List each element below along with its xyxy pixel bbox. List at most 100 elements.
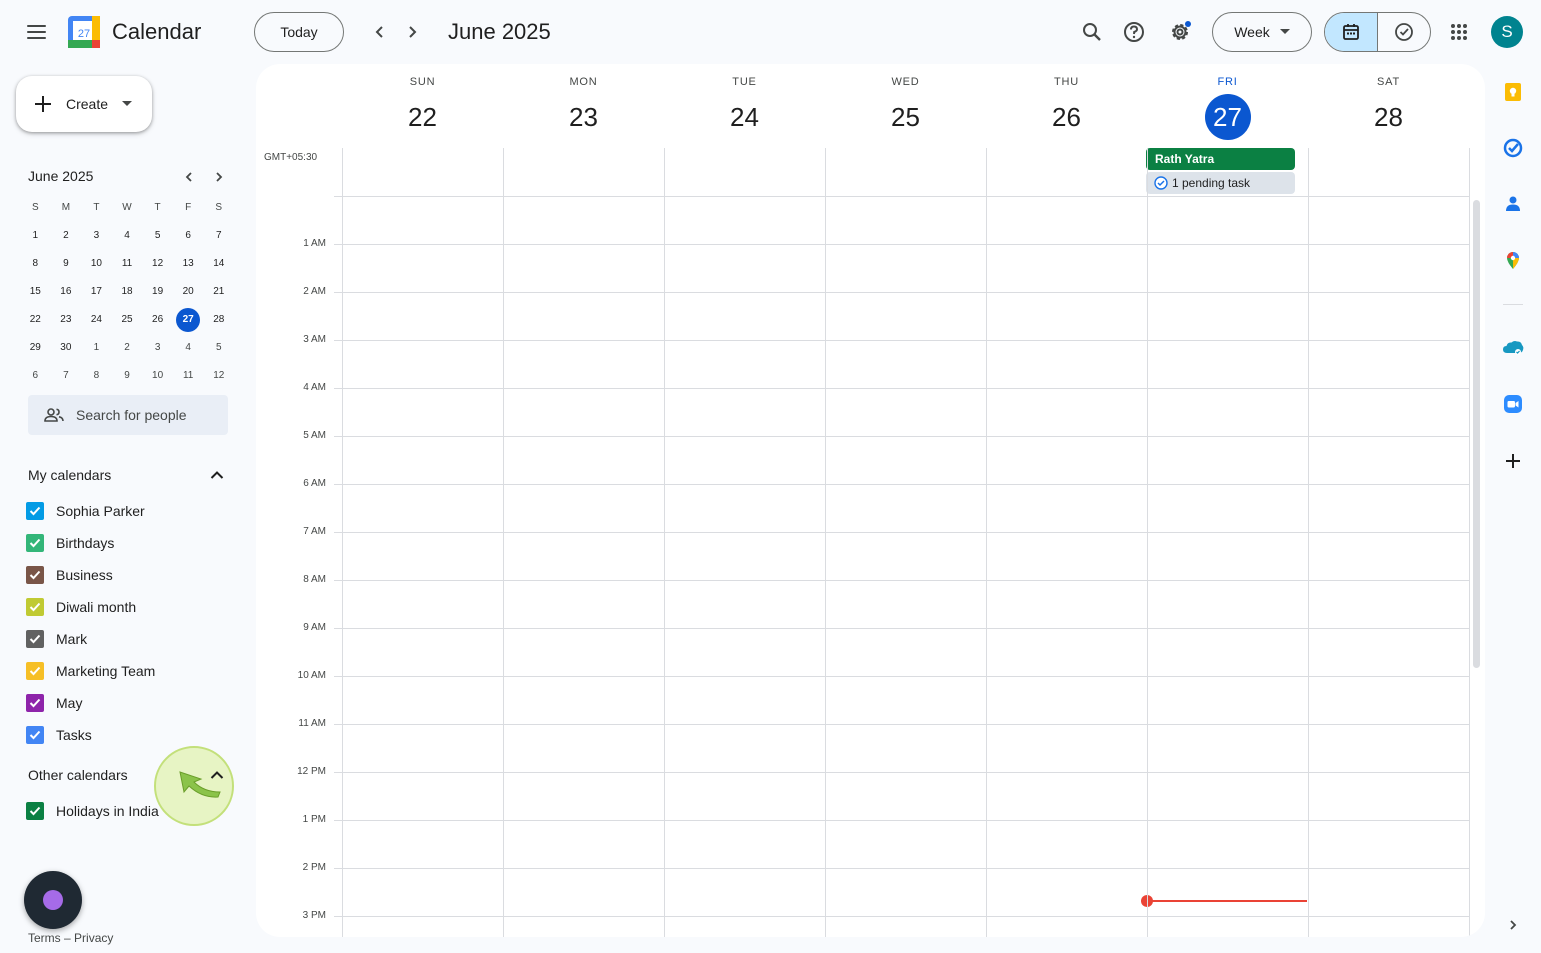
- calendar-view-toggle[interactable]: [1325, 13, 1378, 51]
- calendar-logo-icon[interactable]: 27: [67, 15, 101, 49]
- mini-day[interactable]: 13: [173, 252, 204, 276]
- account-avatar[interactable]: S: [1491, 16, 1523, 48]
- calendar-item[interactable]: Diwali month: [26, 595, 136, 619]
- mini-day[interactable]: 12: [142, 252, 173, 276]
- mini-day[interactable]: 15: [20, 280, 51, 304]
- date-button[interactable]: 23: [561, 94, 607, 140]
- date-button[interactable]: 22: [400, 94, 446, 140]
- mini-day[interactable]: 5: [203, 336, 234, 360]
- mini-day[interactable]: 28: [203, 308, 234, 332]
- date-button[interactable]: 25: [883, 94, 929, 140]
- mini-day[interactable]: 25: [112, 308, 143, 332]
- view-switcher-button[interactable]: Week: [1212, 12, 1312, 52]
- maps-icon[interactable]: [1500, 247, 1526, 273]
- calendar-item[interactable]: Birthdays: [26, 531, 114, 555]
- mini-day[interactable]: 18: [112, 280, 143, 304]
- calendar-checkbox[interactable]: [26, 598, 44, 616]
- mini-day[interactable]: 4: [112, 224, 143, 248]
- mini-day[interactable]: 14: [203, 252, 234, 276]
- pending-tasks-chip[interactable]: 1 pending task: [1146, 172, 1295, 194]
- next-week-button[interactable]: [396, 16, 428, 48]
- mini-day[interactable]: 5: [142, 224, 173, 248]
- mini-day[interactable]: 6: [173, 224, 204, 248]
- today-date-button[interactable]: 27: [1204, 94, 1251, 140]
- mini-day[interactable]: 11: [112, 252, 143, 276]
- mini-day[interactable]: 11: [173, 364, 204, 388]
- calendar-checkbox[interactable]: [26, 534, 44, 552]
- calendar-checkbox[interactable]: [26, 662, 44, 680]
- collapse-my-calendars-button[interactable]: [205, 463, 229, 487]
- mini-day[interactable]: 29: [20, 336, 51, 360]
- calendar-checkbox[interactable]: [26, 802, 44, 820]
- add-addon-icon[interactable]: [1500, 448, 1526, 474]
- tasks-view-toggle[interactable]: [1378, 13, 1430, 51]
- mini-day[interactable]: 3: [81, 224, 112, 248]
- mini-day[interactable]: 2: [51, 224, 82, 248]
- collapse-other-calendars-button[interactable]: [205, 763, 229, 787]
- date-button[interactable]: 26: [1044, 94, 1090, 140]
- calendar-checkbox[interactable]: [26, 694, 44, 712]
- calendar-item[interactable]: May: [26, 691, 82, 715]
- zoom-icon[interactable]: [1500, 391, 1526, 417]
- mini-day-today[interactable]: 27: [173, 308, 204, 332]
- mini-day[interactable]: 9: [112, 364, 143, 388]
- calendar-item[interactable]: Sophia Parker: [26, 499, 145, 523]
- mini-day[interactable]: 23: [51, 308, 82, 332]
- calendar-checkbox[interactable]: [26, 630, 44, 648]
- mini-day[interactable]: 8: [20, 252, 51, 276]
- allday-event-rath-yatra[interactable]: Rath Yatra: [1146, 148, 1295, 170]
- mini-day[interactable]: 10: [81, 252, 112, 276]
- mini-day[interactable]: 21: [203, 280, 234, 304]
- calendar-checkbox[interactable]: [26, 566, 44, 584]
- calendar-item[interactable]: Holidays in India: [26, 799, 159, 823]
- search-people-field[interactable]: Search for people: [28, 395, 228, 435]
- terms-link[interactable]: Terms: [28, 931, 61, 945]
- support-button[interactable]: [1116, 14, 1152, 50]
- keep-icon[interactable]: [1500, 79, 1526, 105]
- mini-day[interactable]: 22: [20, 308, 51, 332]
- mini-next-month-button[interactable]: [207, 165, 231, 189]
- today-button[interactable]: Today: [254, 12, 344, 52]
- mini-day[interactable]: 16: [51, 280, 82, 304]
- salesforce-icon[interactable]: [1500, 335, 1526, 361]
- privacy-link[interactable]: Privacy: [74, 931, 113, 945]
- mini-day[interactable]: 3: [142, 336, 173, 360]
- mini-day[interactable]: 24: [81, 308, 112, 332]
- mini-day[interactable]: 12: [203, 364, 234, 388]
- previous-week-button[interactable]: [364, 16, 396, 48]
- mini-day[interactable]: 8: [81, 364, 112, 388]
- calendar-checkbox[interactable]: [26, 726, 44, 744]
- my-calendars-title[interactable]: My calendars: [28, 467, 111, 483]
- search-button[interactable]: [1074, 14, 1110, 50]
- mini-prev-month-button[interactable]: [177, 165, 201, 189]
- settings-button[interactable]: [1162, 14, 1198, 50]
- mini-day[interactable]: 30: [51, 336, 82, 360]
- mini-day[interactable]: 7: [203, 224, 234, 248]
- calendar-item[interactable]: Tasks: [26, 723, 92, 747]
- mini-day[interactable]: 10: [142, 364, 173, 388]
- mini-day[interactable]: 1: [81, 336, 112, 360]
- mini-day[interactable]: 7: [51, 364, 82, 388]
- show-side-panel-button[interactable]: [1500, 912, 1526, 938]
- mini-day[interactable]: 4: [173, 336, 204, 360]
- create-button[interactable]: Create: [16, 76, 152, 132]
- mini-day[interactable]: 26: [142, 308, 173, 332]
- mini-day[interactable]: 6: [20, 364, 51, 388]
- mini-day[interactable]: 9: [51, 252, 82, 276]
- grid-scrollbar[interactable]: [1473, 200, 1480, 668]
- mini-day[interactable]: 19: [142, 280, 173, 304]
- calendar-item[interactable]: Business: [26, 563, 113, 587]
- mini-day[interactable]: 20: [173, 280, 204, 304]
- assistant-launcher-button[interactable]: [24, 871, 82, 929]
- other-calendars-title[interactable]: Other calendars: [28, 767, 128, 783]
- date-button[interactable]: 28: [1366, 94, 1412, 140]
- calendar-checkbox[interactable]: [26, 502, 44, 520]
- calendar-item[interactable]: Marketing Team: [26, 659, 155, 683]
- mini-day[interactable]: 2: [112, 336, 143, 360]
- date-button[interactable]: 24: [722, 94, 768, 140]
- mini-day[interactable]: 17: [81, 280, 112, 304]
- mini-day[interactable]: 1: [20, 224, 51, 248]
- google-apps-button[interactable]: [1441, 14, 1477, 50]
- calendar-item[interactable]: Mark: [26, 627, 87, 651]
- contacts-icon[interactable]: [1500, 191, 1526, 217]
